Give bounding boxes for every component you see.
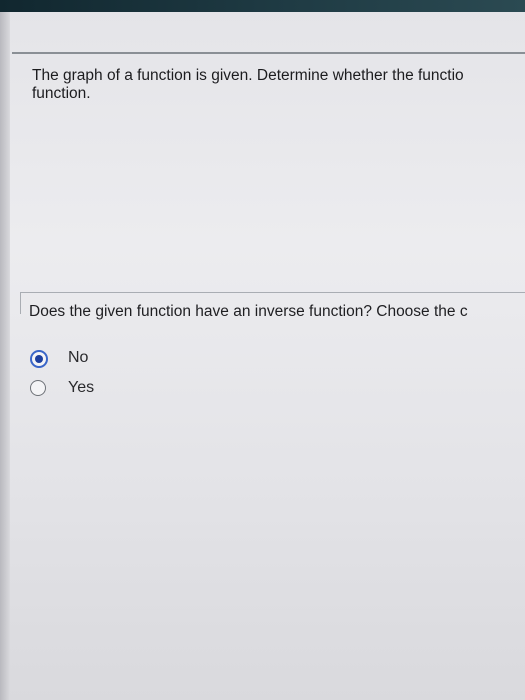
option-yes-label[interactable]: Yes xyxy=(68,379,94,397)
option-no-label[interactable]: No xyxy=(68,349,88,367)
screen: The graph of a function is given. Determ… xyxy=(0,0,525,700)
section-divider-tick xyxy=(20,292,21,314)
question-line-2: function. xyxy=(32,85,91,102)
header-divider xyxy=(12,52,525,54)
question-line-1: The graph of a function is given. Determ… xyxy=(32,67,464,84)
radio-no[interactable] xyxy=(30,350,48,368)
monitor-bezel xyxy=(0,0,525,12)
radio-yes[interactable] xyxy=(30,380,46,396)
option-no[interactable]: No xyxy=(30,349,230,380)
section-divider xyxy=(20,292,525,293)
question-prompt: The graph of a function is given. Determ… xyxy=(32,67,525,103)
option-yes[interactable]: Yes xyxy=(30,379,230,410)
radio-selected-dot-icon xyxy=(35,355,43,363)
left-panel-edge xyxy=(0,12,10,700)
answer-options: No Yes xyxy=(30,349,230,410)
sub-question-text: Does the given function have an inverse … xyxy=(29,303,468,320)
